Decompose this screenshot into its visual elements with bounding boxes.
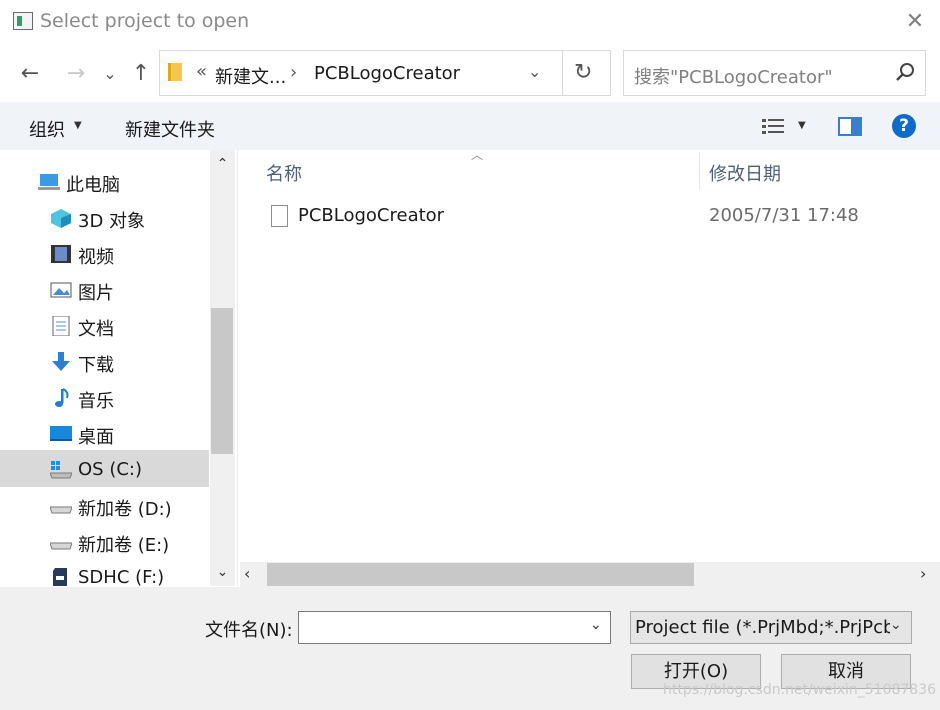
- help-icon[interactable]: ?: [892, 114, 916, 138]
- tree-item-label: 文档: [78, 319, 114, 340]
- recent-locations-button[interactable]: ⌄: [100, 60, 120, 88]
- tree-item-videos[interactable]: 视频: [0, 236, 210, 272]
- back-button[interactable]: ←: [16, 60, 44, 88]
- tree-item-label: 图片: [78, 283, 114, 304]
- search-icon[interactable]: [894, 61, 916, 83]
- scroll-down-icon[interactable]: ⌄: [210, 564, 235, 580]
- tree-item-label: 下载: [78, 355, 114, 376]
- chevron-right-icon[interactable]: ›: [290, 62, 297, 83]
- tree-item-label: 音乐: [78, 391, 114, 412]
- filename-input[interactable]: [298, 611, 611, 644]
- tree-item-label: 视频: [78, 247, 114, 268]
- filename-label: 文件名(N):: [205, 620, 293, 641]
- file-type-selected: Project file (*.PrjMbd;*.PrjPcb: [635, 617, 895, 638]
- tree-item-3d-objects[interactable]: 3D 对象: [0, 200, 210, 236]
- scroll-right-icon[interactable]: ›: [920, 564, 926, 583]
- watermark: https://blog.csdn.net/weixin_51087836: [663, 682, 937, 698]
- preview-pane-icon[interactable]: [838, 117, 862, 136]
- search-box[interactable]: 搜索"PCBLogoCreator": [623, 50, 926, 96]
- tree-item-label: OS (C:): [78, 459, 142, 480]
- column-header-date[interactable]: 修改日期: [709, 160, 781, 186]
- list-scroll-thumb[interactable]: [267, 563, 694, 586]
- tree-scroll-thumb[interactable]: [211, 308, 233, 454]
- chevron-down-icon[interactable]: ⌄: [590, 617, 602, 633]
- scroll-left-icon[interactable]: ‹: [244, 564, 250, 583]
- pictures-icon: [50, 282, 72, 298]
- address-bar[interactable]: « 新建文... › PCBLogoCreator ⌄ ↻: [159, 50, 611, 96]
- search-placeholder[interactable]: 搜索"PCBLogoCreator": [634, 63, 833, 89]
- tree-item-label: 此电脑: [66, 175, 120, 196]
- file-name[interactable]: PCBLogoCreator: [298, 205, 444, 226]
- breadcrumb-segment[interactable]: PCBLogoCreator: [314, 63, 460, 84]
- tree-item-drive-d[interactable]: 新加卷 (D:): [0, 488, 210, 524]
- chevron-down-icon[interactable]: ⌄: [890, 617, 902, 633]
- scroll-up-icon[interactable]: ⌃: [210, 156, 235, 172]
- documents-icon: [52, 316, 70, 336]
- pane-divider[interactable]: [237, 150, 238, 586]
- drive-icon: [50, 506, 72, 514]
- drive-c-icon: [50, 461, 72, 479]
- caret-down-icon[interactable]: ▼: [798, 120, 806, 131]
- tree-item-music[interactable]: 音乐: [0, 380, 210, 416]
- tree-item-desktop[interactable]: 桌面: [0, 416, 210, 452]
- desktop-icon: [50, 426, 72, 441]
- music-icon: [55, 388, 69, 407]
- chevron-down-icon[interactable]: ⌄: [528, 62, 541, 81]
- video-icon: [51, 245, 71, 263]
- view-options-icon[interactable]: [762, 118, 784, 136]
- sort-ascending-icon: ︿: [471, 148, 484, 162]
- tree-item-downloads[interactable]: 下载: [0, 344, 210, 380]
- 3d-objects-icon: [51, 209, 71, 228]
- up-button[interactable]: ↑: [127, 60, 155, 88]
- tree-item-this-pc[interactable]: 此电脑: [0, 164, 210, 200]
- file-row[interactable]: PCBLogoCreator 2005/7/31 17:48: [240, 200, 930, 234]
- tree-item-label: SDHC (F:): [78, 567, 165, 586]
- app-icon: [13, 12, 33, 30]
- tree-item-documents[interactable]: 文档: [0, 308, 210, 344]
- column-separator[interactable]: [699, 152, 700, 190]
- file-modified-date: 2005/7/31 17:48: [709, 205, 859, 226]
- close-button[interactable]: ✕: [900, 8, 930, 36]
- caret-down-icon[interactable]: ▼: [74, 120, 82, 131]
- tree-item-label: 3D 对象: [78, 211, 146, 232]
- toolbar: 组织 ▼ 新建文件夹 ▼ ?: [0, 102, 940, 150]
- drive-icon: [50, 542, 72, 550]
- tree-item-label: 桌面: [78, 427, 114, 448]
- divider: [562, 51, 563, 95]
- tree-item-pictures[interactable]: 图片: [0, 272, 210, 308]
- tree-item-drive-e[interactable]: 新加卷 (E:): [0, 524, 210, 560]
- window-title: Select project to open: [40, 10, 250, 32]
- tree-item-label: 新加卷 (D:): [78, 499, 172, 520]
- organize-button[interactable]: 组织: [29, 116, 65, 142]
- folder-icon: [168, 63, 182, 81]
- column-header-name[interactable]: 名称: [266, 160, 302, 186]
- tree-item-drive-f[interactable]: SDHC (F:): [0, 560, 210, 586]
- sd-card-icon: [53, 568, 67, 586]
- refresh-icon[interactable]: ↻: [574, 60, 592, 85]
- breadcrumb-segment[interactable]: 新建文...: [215, 63, 286, 89]
- new-folder-button[interactable]: 新建文件夹: [125, 116, 215, 142]
- forward-button[interactable]: →: [62, 60, 90, 88]
- download-icon: [52, 352, 70, 371]
- tree-item-label: 新加卷 (E:): [78, 535, 170, 556]
- navigation-pane[interactable]: 此电脑 3D 对象 视频 图片 文档 下载 音乐 桌面 OS (C:) 新加卷 …: [0, 150, 210, 586]
- file-icon: [271, 205, 288, 227]
- file-type-select[interactable]: Project file (*.PrjMbd;*.PrjPcb ⌄: [630, 611, 912, 644]
- overflow-icon[interactable]: «: [196, 61, 207, 82]
- computer-icon: [38, 174, 60, 190]
- tree-item-drive-c[interactable]: OS (C:): [0, 452, 210, 488]
